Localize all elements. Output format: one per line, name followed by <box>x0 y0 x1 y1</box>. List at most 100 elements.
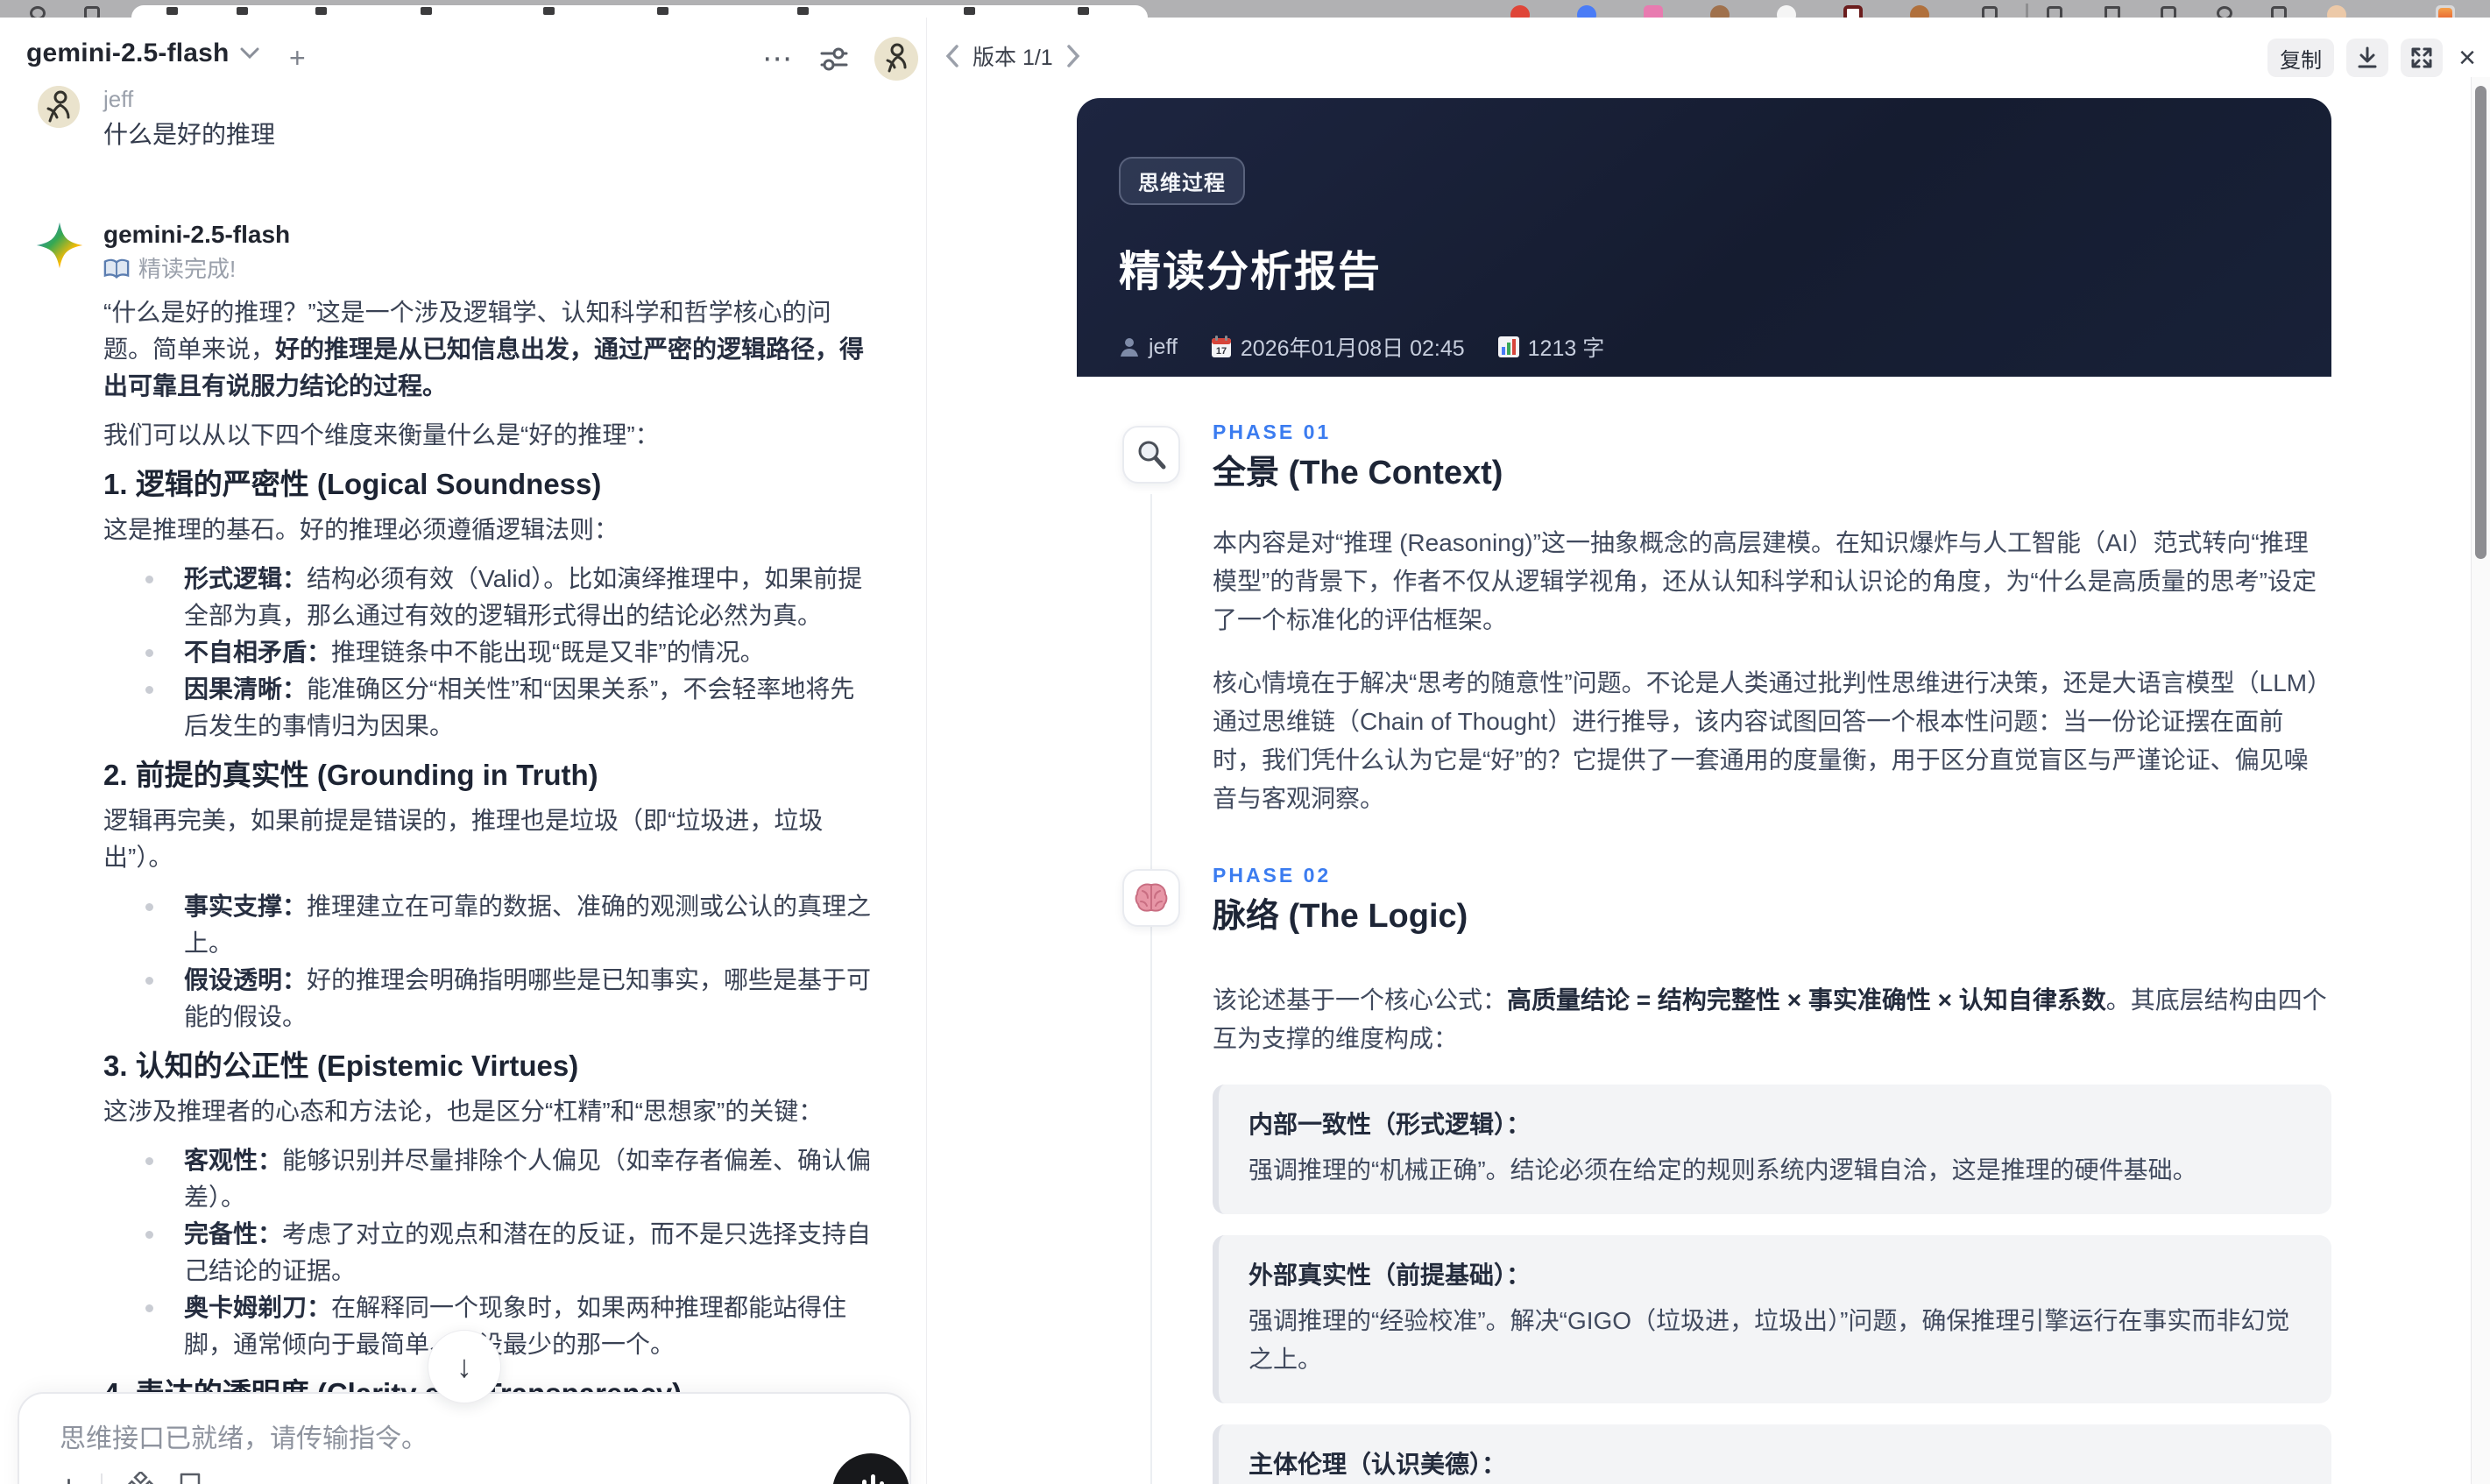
new-chat-button[interactable]: + <box>289 42 306 74</box>
book-icon <box>103 258 130 279</box>
section-3-title: 3. 认知的公正性 (Epistemic Virtues) <box>103 1049 579 1082</box>
card-title: 主体伦理（认识美德）： <box>1249 1451 1507 1478</box>
scroll-to-bottom-button[interactable]: ↓ <box>428 1330 501 1403</box>
dimension-card-1: 内部一致性（形式逻辑）： 强调推理的“机械正确”。结论必须在给定的规则系统内逻辑… <box>1213 1085 2331 1214</box>
browser-pen-icon[interactable] <box>2104 6 2120 18</box>
more-options-button[interactable]: ⋯ <box>762 41 794 76</box>
phase-1-section: PHASE 01 全景 (The Context) 本内容是对“推理 (Reas… <box>1077 419 2331 818</box>
section-3-list: 客观性：能够识别并尽量排除个人偏见（如幸存者偏差、确认偏差）。 完备性：考虑了对… <box>103 1142 876 1363</box>
bar-chart-icon <box>1497 336 1519 357</box>
list-item: 不自相矛盾：推理链条中不能出现“既是又非”的情况。 <box>103 634 876 671</box>
phase-1-kicker: PHASE 01 <box>1213 420 1332 443</box>
scrollbar-thumb[interactable] <box>2475 86 2486 559</box>
download-icon <box>2358 46 2377 68</box>
version-label: 版本 1/1 <box>973 46 1053 70</box>
list-item: 形式逻辑：结构必须有效（Valid）。比如演绎推理中，如果前提全部为真，那么通过… <box>103 561 876 634</box>
report-word-count: 1213 字 <box>1497 331 1604 363</box>
section-2-list: 事实支撑：推理建立在可靠的数据、准确的观测或公认的真理之上。 假设透明：好的推理… <box>103 888 876 1035</box>
intro-paragraph: “什么是好的推理？”这是一个涉及逻辑学、认知科学和哲学核心的问题。简单来说，好的… <box>103 299 865 399</box>
report-badge: 思维过程 <box>1119 157 1245 205</box>
phase-2-section: PHASE 02 脉络 (The Logic) 该论述基于一个核心公式：高质量结… <box>1077 862 2331 1484</box>
extension-icon-orange-brown[interactable] <box>1910 5 1929 18</box>
toolbar-divider <box>2026 4 2028 18</box>
section-1-lead: 这是推理的基石。好的推理必须遵循逻辑法则： <box>103 516 619 543</box>
browser-split-icon[interactable] <box>2047 6 2062 18</box>
browser-puzzle-icon[interactable] <box>1982 6 1998 18</box>
version-navigator: 版本 1/1 <box>944 40 1081 72</box>
list-item: 假设透明：好的推理会明确指明哪些是已知事实，哪些是基于可能的假设。 <box>103 962 876 1035</box>
browser-active-tab[interactable] <box>131 5 1148 18</box>
browser-sync-icon[interactable] <box>2217 6 2232 18</box>
card-body: 强调推理的“经验校准”。解决“GIGO（垃圾进，垃圾出）”问题，确保推理引擎运行… <box>1249 1307 2290 1373</box>
composer-divider <box>101 1473 103 1484</box>
attach-button[interactable]: + <box>60 1471 78 1484</box>
browser-lock-icon[interactable] <box>2161 6 2176 18</box>
list-item: 客观性：能够识别并尽量排除个人偏见（如幸存者偏差、确认偏差）。 <box>103 1142 876 1216</box>
extension-icon-blue[interactable] <box>1577 5 1596 18</box>
section-2-lead: 逻辑再完美，如果前提是错误的，推理也是垃圾（即“垃圾进，垃圾出”）。 <box>103 807 824 871</box>
card-title: 外部真实性（前提基础）： <box>1249 1261 1531 1289</box>
browser-profile-avatar[interactable] <box>2327 5 2346 18</box>
report-title: 精读分析报告 <box>1119 249 1383 295</box>
browser-glasses-icon[interactable] <box>2271 6 2287 18</box>
person-icon <box>1121 338 1138 357</box>
model-selector[interactable]: gemini-2.5-flash <box>26 39 259 68</box>
assistant-name: gemini-2.5-flash <box>103 221 291 248</box>
extension-icon-white[interactable] <box>1777 5 1796 18</box>
version-prev-icon[interactable] <box>944 44 960 68</box>
brain-icon <box>1122 869 1180 927</box>
chat-header: gemini-2.5-flash + ⋯ <box>26 33 918 86</box>
dimension-card-2: 外部真实性（前提基础）： 强调推理的“经验校准”。解决“GIGO（垃圾进，垃圾出… <box>1213 1235 2331 1403</box>
report-body: PHASE 01 全景 (The Context) 本内容是对“推理 (Reas… <box>1077 419 2331 1484</box>
assistant-status-text: 精读完成! <box>138 256 237 282</box>
user-avatar[interactable] <box>874 37 918 81</box>
phase-1-paragraph-1: 本内容是对“推理 (Reasoning)”这一抽象概念的高层建模。在知识爆炸与人… <box>1213 529 2317 633</box>
card-body: 强调推理的“机械正确”。结论必须在给定的规则系统内逻辑自洽，这是推理的硬件基础。 <box>1249 1156 2197 1184</box>
extension-icon-brown[interactable] <box>1710 5 1730 18</box>
report-meta: jeff 17 2026年01月08日 02:45 1213 字 <box>1119 331 2289 363</box>
extension-icon-darkred[interactable] <box>1843 5 1863 18</box>
list-item: 事实支撑：推理建立在可靠的数据、准确的观测或公认的真理之上。 <box>103 888 876 962</box>
assistant-message: gemini-2.5-flash 精读完成! “什么是好的推理？”这是一个涉及逻… <box>0 219 911 1484</box>
section-3-lead: 这涉及推理者的心态和方法论，也是区分“杠精”和“思想家”的关键： <box>103 1098 824 1125</box>
phase-2-title: 脉络 (The Logic) <box>1213 898 1468 935</box>
user-name: jeff <box>103 86 134 112</box>
section-2-title: 2. 前提的真实性 (Grounding in Truth) <box>103 759 598 791</box>
magnifier-icon <box>1122 426 1180 484</box>
browser-tabs-icon[interactable] <box>84 6 100 18</box>
list-item: 完备性：考虑了对立的观点和潜在的反证，而不是只选择支持自己结论的证据。 <box>103 1216 876 1290</box>
extension-icon-red[interactable] <box>1510 5 1530 18</box>
assistant-status: 精读完成! <box>103 254 876 284</box>
chat-thread: jeff 什么是好的推理 gemini-2.5-flash 精读完成! “什么是… <box>0 84 911 1484</box>
arrow-down-icon: ↓ <box>456 1348 472 1384</box>
browser-menu-icon[interactable] <box>2436 5 2455 18</box>
composer-placeholder: 思维接口已就绪，请传输指令。 <box>60 1424 428 1453</box>
report-author: jeff <box>1119 335 1178 360</box>
report-hero: 思维过程 精读分析报告 jeff 17 2026年01月08日 02:45 12… <box>1077 98 2331 377</box>
fullscreen-button[interactable] <box>2401 39 2444 77</box>
message-composer[interactable]: 思维接口已就绪，请传输指令。 + <box>18 1392 911 1484</box>
download-button[interactable] <box>2346 39 2389 77</box>
model-name: gemini-2.5-flash <box>26 39 230 67</box>
user-message-text: 什么是好的推理 <box>103 121 276 148</box>
skills-icon[interactable] <box>125 1472 156 1484</box>
phase-1-paragraph-2: 核心情境在于解决“思考的随意性”问题。不论是人类通过批判性思维进行决策，还是大语… <box>1213 669 2320 812</box>
app-window: gemini-2.5-flash + ⋯ 版本 1/1 复制 × jeff 什么… <box>0 0 2490 1484</box>
jeff-avatar <box>38 86 80 128</box>
waveform-icon <box>862 1474 884 1484</box>
section-1-list: 形式逻辑：结构必须有效（Valid）。比如演绎推理中，如果前提全部为真，那么通过… <box>103 561 876 745</box>
chevron-down-icon <box>240 47 259 60</box>
bookmark-icon[interactable] <box>178 1472 202 1484</box>
extension-icon-pink[interactable] <box>1644 5 1663 18</box>
phase-1-title: 全景 (The Context) <box>1213 455 1503 491</box>
card-title: 内部一致性（形式逻辑）： <box>1249 1111 1531 1138</box>
version-next-icon[interactable] <box>1065 44 1081 68</box>
close-preview-button[interactable]: × <box>2455 41 2479 75</box>
voice-input-button[interactable] <box>832 1453 909 1484</box>
user-message: jeff 什么是好的推理 <box>0 84 911 152</box>
preview-scrollbar[interactable] <box>2471 77 2490 1484</box>
browser-nav-icon[interactable] <box>30 6 46 18</box>
report-date: 17 2026年01月08日 02:45 <box>1211 331 1465 363</box>
model-settings-icon[interactable] <box>818 43 850 74</box>
copy-button[interactable]: 复制 <box>2267 39 2335 77</box>
